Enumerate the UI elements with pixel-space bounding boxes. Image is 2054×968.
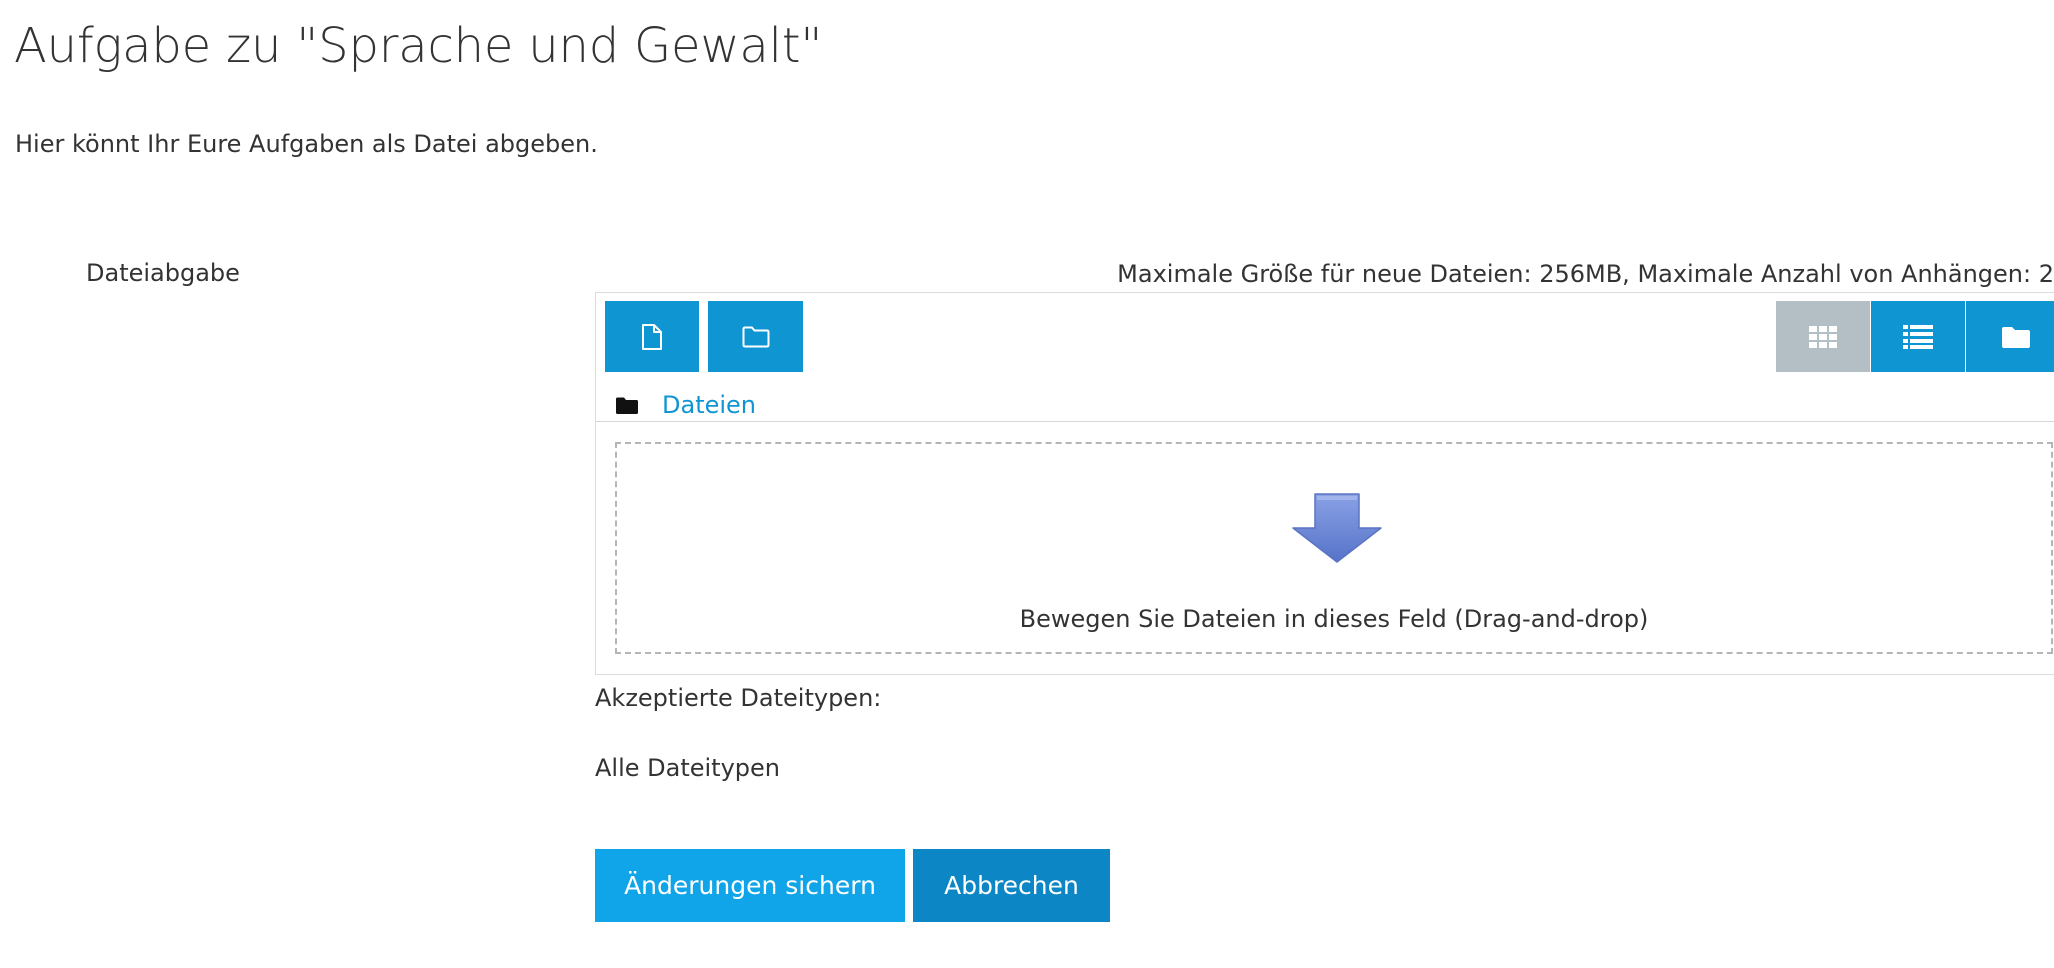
file-manager: Dateien Bewegen Sie Dateien in dieses Fe… — [595, 292, 2054, 675]
divider — [596, 421, 2054, 422]
breadcrumb: Dateien — [616, 385, 756, 425]
breadcrumb-files-link[interactable]: Dateien — [662, 391, 756, 419]
list-icon — [1903, 324, 1933, 349]
accepted-types-label: Akzeptierte Dateitypen: — [595, 684, 882, 712]
assignment-page: Aufgabe zu "Sprache und Gewalt" Hier kön… — [0, 0, 2054, 968]
cancel-button[interactable]: Abbrechen — [913, 849, 1110, 922]
file-submission-label: Dateiabgabe — [86, 259, 240, 287]
create-folder-button[interactable] — [708, 301, 803, 372]
assignment-intro: Hier könnt Ihr Eure Aufgaben als Datei a… — [15, 130, 598, 158]
drop-zone[interactable]: Bewegen Sie Dateien in dieses Feld (Drag… — [615, 442, 2053, 654]
accepted-types-value: Alle Dateitypen — [595, 754, 781, 782]
folder-icon — [2002, 326, 2030, 348]
file-icon — [642, 323, 662, 350]
add-file-button[interactable] — [605, 301, 699, 372]
folder-icon — [616, 397, 638, 414]
view-list-button[interactable] — [1871, 301, 1965, 372]
down-arrow-icon — [1292, 493, 1382, 563]
view-icons-button[interactable] — [1776, 301, 1870, 372]
grid-icon — [1809, 325, 1837, 348]
page-title: Aufgabe zu "Sprache und Gewalt" — [14, 18, 823, 74]
save-changes-button[interactable]: Änderungen sichern — [595, 849, 905, 922]
folder-outline-icon — [742, 326, 769, 347]
view-tree-button[interactable] — [1966, 301, 2054, 372]
upload-limits-text: Maximale Größe für neue Dateien: 256MB, … — [1117, 260, 2054, 288]
drop-zone-text: Bewegen Sie Dateien in dieses Feld (Drag… — [1019, 605, 1649, 633]
